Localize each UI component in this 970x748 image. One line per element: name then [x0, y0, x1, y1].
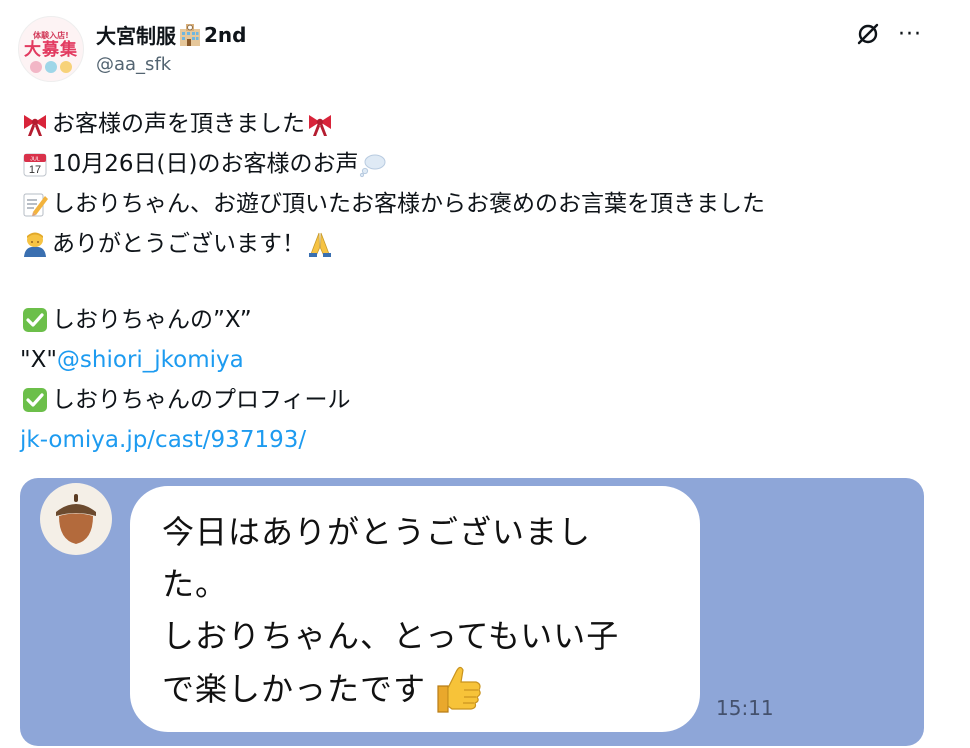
- tweet-line-text: しおりちゃん、お遊び頂いたお客様からお褒めのお言葉を頂きました: [52, 191, 765, 217]
- tweet-image[interactable]: 今日はありがとうございまし た。 しおりちゃん、とってもいい子 で楽しかったです…: [20, 478, 924, 746]
- tweet-text: お客様の声を頂きました JUL 17 10月26日(日)のお客様のお声 しおりち…: [20, 104, 950, 460]
- avatar-decoration: [30, 60, 72, 73]
- chat-line: 今日はありがとうございまし: [162, 513, 592, 551]
- chat-timestamp: 15:11: [716, 696, 774, 720]
- chat-line: で楽しかったです: [162, 670, 427, 708]
- chat-message: 今日はありがとうございまし た。 しおりちゃん、とってもいい子 で楽しかったです: [162, 506, 682, 716]
- avatar-title: 大募集: [24, 39, 78, 60]
- author-avatar[interactable]: 体験入店! 大募集: [18, 16, 84, 82]
- tweet-line-text: しおりちゃんの”X”: [52, 307, 252, 333]
- tweet-line-text: 10月26日(日)のお客様のお声: [52, 151, 359, 177]
- thought-balloon-icon: [358, 149, 388, 179]
- tweet-line: JUL 17 10月26日(日)のお客様のお声: [20, 144, 950, 184]
- mention-link[interactable]: @shiori_jkomiya: [57, 340, 244, 380]
- tweet-line: お客様の声を頂きました: [20, 104, 950, 144]
- check-mark-icon: [20, 385, 50, 415]
- tweet: 体験入店! 大募集 大宮制服 2nd @aa_sfk ··· お客様の声を頂きま…: [0, 0, 970, 748]
- chat-line: しおりちゃん、とってもいい子: [162, 617, 620, 655]
- tweet-line-text: しおりちゃんのプロフィール: [52, 387, 351, 413]
- chat-line: た。: [162, 565, 229, 603]
- author-handle[interactable]: @aa_sfk: [96, 54, 171, 75]
- tweet-line-text: お客様の声を頂きました: [52, 111, 305, 137]
- display-name-suffix: 2nd: [204, 22, 247, 47]
- tweet-line: しおりちゃん、お遊び頂いたお客様からお褒めのお言葉を頂きました: [20, 184, 950, 224]
- school-building-icon: [177, 22, 203, 48]
- chat-line-row: で楽しかったです: [162, 662, 682, 716]
- thumbs-up-icon: [430, 662, 484, 716]
- tweet-line: ありがとうございます！: [20, 224, 950, 264]
- more-options-icon[interactable]: ···: [894, 18, 926, 50]
- tweet-line: しおりちゃんの”X”: [20, 300, 950, 340]
- bowing-person-icon: [20, 229, 50, 259]
- author-display-name[interactable]: 大宮制服 2nd: [96, 20, 246, 49]
- ribbon-icon: [20, 109, 50, 139]
- tweet-line-text: ありがとうございます！: [52, 231, 305, 257]
- ribbon-icon: [305, 109, 335, 139]
- calendar-icon: JUL 17: [20, 149, 50, 179]
- folded-hands-icon: [305, 229, 335, 259]
- grok-slash-icon[interactable]: [852, 18, 884, 50]
- profile-url-link[interactable]: jk-omiya.jp/cast/937193/: [20, 420, 306, 460]
- svg-text:17: 17: [29, 164, 41, 176]
- display-name-text: 大宮制服: [96, 24, 176, 48]
- memo-icon: [20, 189, 50, 219]
- tweet-line: しおりちゃんのプロフィール: [20, 380, 950, 420]
- acorn-icon: [40, 483, 112, 555]
- tweet-line: jk-omiya.jp/cast/937193/: [20, 420, 950, 460]
- avatar-caption: 体験入店!: [33, 30, 69, 40]
- check-mark-icon: [20, 305, 50, 335]
- svg-text:JUL: JUL: [30, 157, 40, 163]
- tweet-line-text: "X": [20, 347, 57, 373]
- tweet-line: "X" @shiori_jkomiya: [20, 340, 950, 380]
